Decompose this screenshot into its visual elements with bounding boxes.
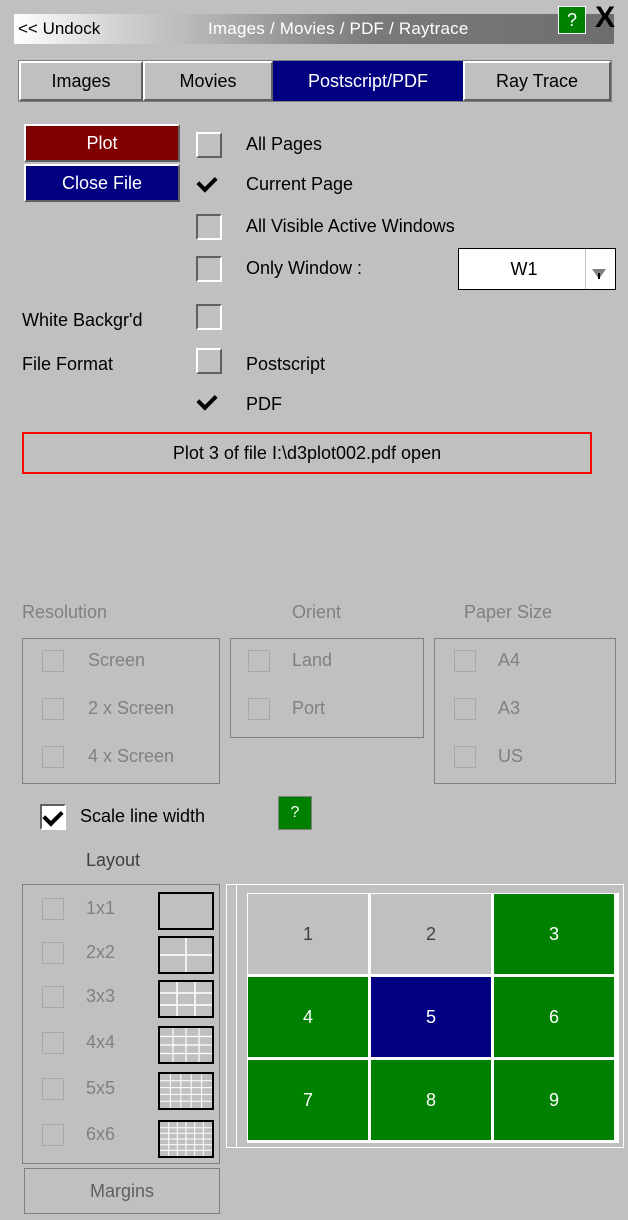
- grid-cell-6[interactable]: 6: [494, 977, 614, 1057]
- file-format-label: File Format: [22, 354, 114, 374]
- all-visible-windows-label: All Visible Active Windows: [246, 216, 455, 236]
- grid-cell-9[interactable]: 9: [494, 1060, 614, 1140]
- paper-us-checkbox[interactable]: [454, 746, 476, 768]
- grid-cell-4[interactable]: 4: [248, 977, 368, 1057]
- current-page-checkbox[interactable]: [196, 172, 222, 198]
- grid-cell-5[interactable]: 5: [371, 977, 491, 1057]
- resolution-4x-label: 4 x Screen: [88, 746, 175, 766]
- layout-4x4-icon[interactable]: [158, 1026, 214, 1064]
- close-file-button[interactable]: Close File: [24, 164, 180, 202]
- paper-us-label: US: [498, 746, 524, 766]
- white-backgrd-checkbox[interactable]: [196, 304, 222, 330]
- scale-line-width-label: Scale line width: [80, 806, 206, 826]
- layout-4x4-label: 4x4: [86, 1032, 116, 1052]
- paper-a4-label: A4: [498, 650, 521, 670]
- layout-3x3-checkbox[interactable]: [42, 986, 64, 1008]
- only-window-label: Only Window :: [246, 258, 363, 278]
- orient-land-label: Land: [292, 650, 333, 670]
- grid-cell-3[interactable]: 3: [494, 894, 614, 974]
- orient-port-label: Port: [292, 698, 326, 718]
- layout-6x6-icon[interactable]: [158, 1120, 214, 1158]
- layout-2x2-label: 2x2: [86, 942, 116, 962]
- dropdown-arrow-icon[interactable]: [585, 249, 611, 289]
- status-message: Plot 3 of file I:\d3plot002.pdf open: [22, 432, 592, 474]
- help-button[interactable]: ?: [558, 6, 586, 34]
- layout-1x1-icon[interactable]: [158, 892, 214, 930]
- orient-land-checkbox[interactable]: [248, 650, 270, 672]
- layout-5x5-icon[interactable]: [158, 1072, 214, 1110]
- layout-5x5-checkbox[interactable]: [42, 1078, 64, 1100]
- layout-label: Layout: [86, 850, 141, 870]
- layout-6x6-checkbox[interactable]: [42, 1124, 64, 1146]
- orient-port-checkbox[interactable]: [248, 698, 270, 720]
- postscript-label: Postscript: [246, 354, 326, 374]
- white-backgrd-label: White Backgr'd: [22, 310, 143, 330]
- resolution-label: Resolution: [22, 602, 108, 622]
- layout-3x3-label: 3x3: [86, 986, 116, 1006]
- grid-cell-1[interactable]: 1: [248, 894, 368, 974]
- grid-cell-8[interactable]: 8: [371, 1060, 491, 1140]
- all-pages-checkbox[interactable]: [196, 132, 222, 158]
- resolution-screen-label: Screen: [88, 650, 146, 670]
- layout-6x6-label: 6x6: [86, 1124, 116, 1144]
- layout-3x3-icon[interactable]: [158, 980, 214, 1018]
- pdf-checkbox[interactable]: [196, 390, 222, 416]
- plot-button[interactable]: Plot: [24, 124, 180, 162]
- layout-2x2-checkbox[interactable]: [42, 942, 64, 964]
- all-pages-label: All Pages: [246, 134, 323, 154]
- tab-movies[interactable]: Movies: [143, 61, 273, 101]
- undock-button[interactable]: << Undock: [18, 19, 100, 39]
- resolution-screen-checkbox[interactable]: [42, 650, 64, 672]
- window-select-value: W1: [510, 259, 538, 279]
- page-grid: 1 2 3 4 5 6 7 8 9: [226, 884, 624, 1148]
- window-title: Images / Movies / PDF / Raytrace: [208, 19, 469, 38]
- tab-ray-trace[interactable]: Ray Trace: [463, 61, 611, 101]
- paper-size-label: Paper Size: [464, 602, 553, 622]
- window-select[interactable]: W1: [458, 248, 616, 290]
- scale-help-button[interactable]: ?: [278, 796, 312, 830]
- layout-5x5-label: 5x5: [86, 1078, 116, 1098]
- grid-cell-2[interactable]: 2: [371, 894, 491, 974]
- margins-button[interactable]: Margins: [24, 1168, 220, 1214]
- tab-bar: Images Movies Postscript/PDF Ray Trace: [18, 60, 612, 102]
- all-visible-windows-checkbox[interactable]: [196, 214, 222, 240]
- orient-label: Orient: [292, 602, 342, 622]
- only-window-checkbox[interactable]: [196, 256, 222, 282]
- paper-a3-label: A3: [498, 698, 521, 718]
- tab-images[interactable]: Images: [19, 61, 143, 101]
- tab-postscript-pdf[interactable]: Postscript/PDF: [273, 61, 463, 101]
- scale-line-width-checkbox[interactable]: [40, 804, 66, 830]
- postscript-checkbox[interactable]: [196, 348, 222, 374]
- grid-cell-7[interactable]: 7: [248, 1060, 368, 1140]
- current-page-label: Current Page: [246, 174, 354, 194]
- paper-a3-checkbox[interactable]: [454, 698, 476, 720]
- resolution-2x-checkbox[interactable]: [42, 698, 64, 720]
- pdf-label: PDF: [246, 394, 282, 414]
- layout-2x2-icon[interactable]: [158, 936, 214, 974]
- paper-a4-checkbox[interactable]: [454, 650, 476, 672]
- close-icon[interactable]: X: [590, 2, 620, 34]
- layout-4x4-checkbox[interactable]: [42, 1032, 64, 1054]
- layout-1x1-checkbox[interactable]: [42, 898, 64, 920]
- layout-1x1-label: 1x1: [86, 898, 116, 918]
- resolution-4x-checkbox[interactable]: [42, 746, 64, 768]
- resolution-2x-label: 2 x Screen: [88, 698, 175, 718]
